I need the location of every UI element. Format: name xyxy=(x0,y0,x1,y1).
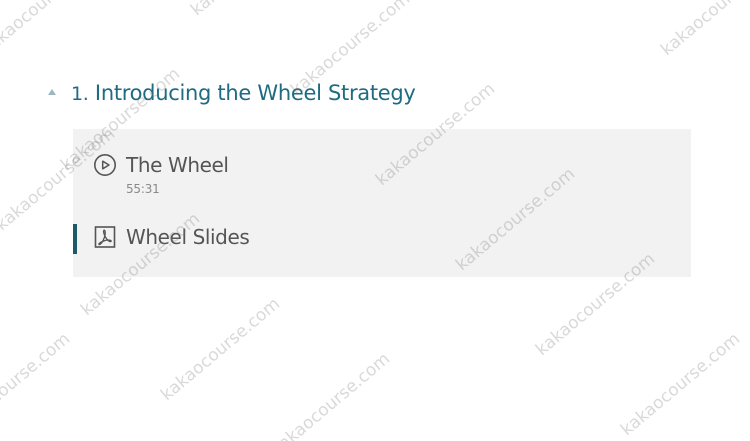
lecture-item-the-wheel[interactable]: The Wheel 55:31 xyxy=(93,153,229,196)
active-lecture-indicator xyxy=(73,224,77,254)
section-header[interactable]: 1. Introducing the Wheel Strategy xyxy=(48,78,416,108)
watermark: kakaocourse.com xyxy=(617,328,745,440)
lecture-list: The Wheel 55:31 Wheel Slides xyxy=(73,129,691,277)
section-title[interactable]: 1. Introducing the Wheel Strategy xyxy=(71,81,416,105)
watermark: kakaocourse.com xyxy=(157,293,285,405)
section-title-text: Introducing the Wheel Strategy xyxy=(94,81,416,105)
lecture-duration: 55:31 xyxy=(126,182,160,196)
watermark: kakaocourse.com xyxy=(0,0,105,61)
pdf-file-icon xyxy=(94,226,116,248)
lecture-title: The Wheel xyxy=(126,153,229,177)
play-circle-icon xyxy=(94,154,116,176)
watermark: kakaocourse.com xyxy=(657,0,750,61)
course-curriculum: 1. Introducing the Wheel Strategy The Wh… xyxy=(0,0,750,441)
lecture-title: Wheel Slides xyxy=(126,225,250,249)
caret-up-icon[interactable] xyxy=(48,89,56,95)
watermark: kakaocourse.com xyxy=(267,348,395,441)
lecture-item-wheel-slides[interactable]: Wheel Slides xyxy=(93,225,250,249)
watermark: kakaocourse.com xyxy=(0,328,75,440)
watermark: kakaocourse.com xyxy=(187,0,314,20)
section-number: 1. xyxy=(71,83,89,105)
